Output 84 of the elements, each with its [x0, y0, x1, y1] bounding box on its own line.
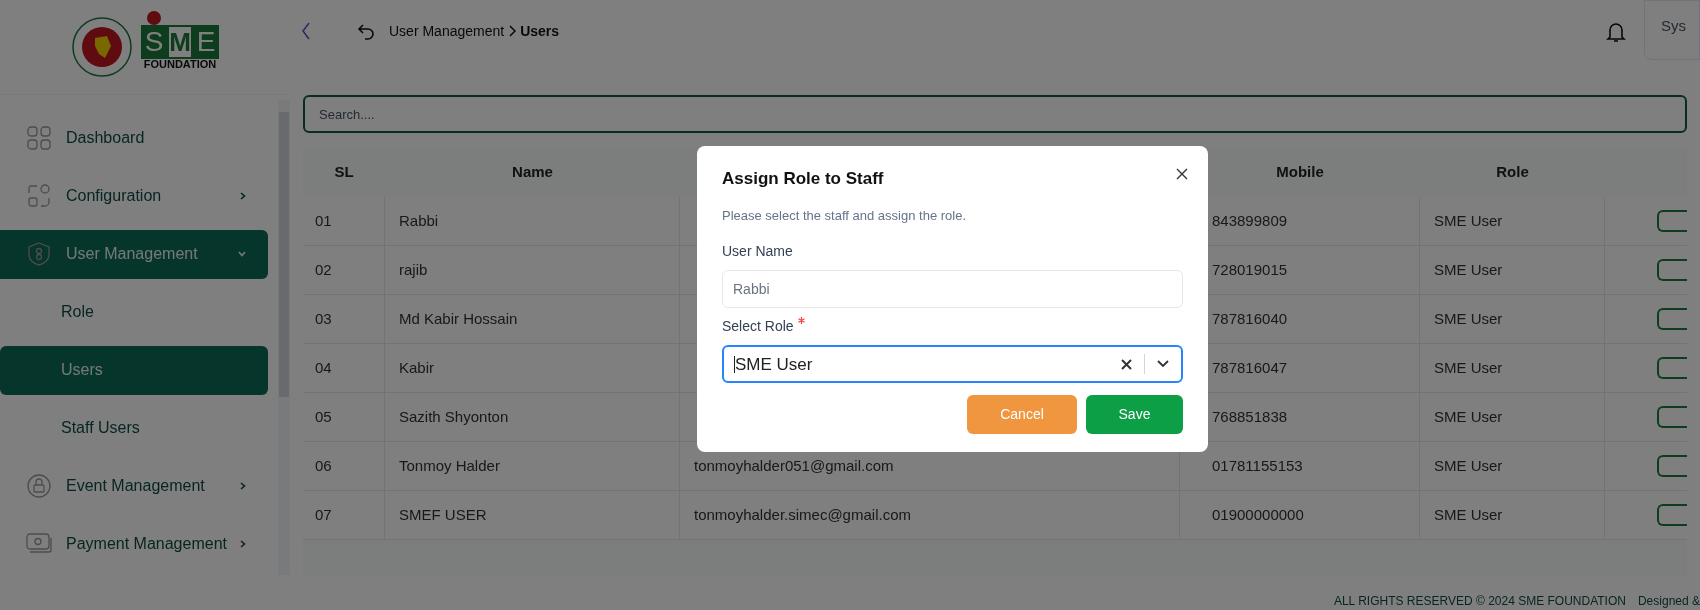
chevron-down-icon — [238, 251, 246, 257]
table-cell-text: 07 — [315, 504, 332, 525]
logo-letter: M — [167, 24, 193, 59]
collapse-chevron-icon[interactable] — [300, 21, 312, 41]
action-button[interactable] — [1657, 455, 1687, 477]
table-cell-text: Kabir — [399, 357, 435, 378]
logo-letter: S — [141, 24, 167, 59]
table-cell-text: SME User — [1434, 259, 1503, 280]
table-cell-text: 01 — [315, 210, 332, 231]
table-cell-text: SME User — [1434, 504, 1503, 525]
role-select[interactable]: SME User — [722, 345, 1183, 383]
table-cell-text: 06 — [315, 455, 332, 476]
sidebar-item[interactable]: Payment Management — [0, 519, 268, 569]
logo-letter: E — [193, 24, 219, 59]
column-header: Name — [512, 161, 553, 182]
table-cell-text: SMEF USER — [399, 504, 487, 525]
table-cell-text: rajib — [399, 259, 428, 280]
chevron-right-icon — [508, 25, 517, 37]
field-label: Select Role — [722, 317, 794, 336]
shield-user-icon — [28, 242, 50, 266]
table-cell-text: SME User — [1434, 455, 1503, 476]
table-cell-text: 787816047 — [1212, 357, 1288, 378]
undo-icon[interactable] — [357, 22, 375, 40]
close-icon[interactable] — [1176, 168, 1188, 180]
chevron-right-icon — [240, 540, 246, 548]
table-cell-text: 768851838 — [1212, 406, 1288, 427]
column-header: Role — [1496, 161, 1529, 182]
table-cell-text: 843899809 — [1212, 210, 1288, 231]
table-cell-text: 01781155153 — [1212, 455, 1303, 476]
table-cell-text: SME User — [1434, 308, 1503, 329]
table-cell-text: 03 — [315, 308, 332, 329]
table-cell-text: 02 — [315, 259, 332, 280]
table-cell-text: Sazith Shyonton — [399, 406, 509, 427]
action-button[interactable] — [1657, 504, 1687, 526]
table-cell-text: SME User — [1434, 406, 1503, 427]
sidebar-subitem[interactable]: Staff Users — [0, 403, 268, 453]
credit-text: Designed & — [1637, 593, 1700, 610]
table-cell-text: SME User — [1434, 210, 1503, 231]
action-button[interactable] — [1657, 406, 1687, 428]
sidebar-item[interactable]: Configuration — [0, 171, 268, 221]
emblem-logo — [71, 16, 133, 78]
table-cell-text: Tonmoy Halder — [399, 455, 500, 476]
logo-text: FOUNDATION — [143, 58, 217, 70]
breadcrumb-current: Users — [520, 21, 560, 41]
grid-icon — [27, 126, 51, 150]
copyright-text: ALL RIGHTS RESERVED © 2024 SME FOUNDATION — [1333, 593, 1626, 610]
sidebar-subitem[interactable]: Users — [0, 345, 268, 395]
breadcrumb-link[interactable]: User Management — [389, 20, 505, 42]
modal-title: Assign Role to Staff — [722, 168, 884, 190]
bell-icon[interactable] — [1606, 21, 1626, 43]
table-cell-text: 05 — [315, 406, 332, 427]
cancel-button[interactable]: Cancel — [967, 395, 1077, 434]
column-header: Mobile — [1276, 161, 1324, 182]
user-menu[interactable]: Sys — [1644, 0, 1700, 60]
user-name-field: Rabbi — [722, 270, 1183, 308]
table-cell-text: 04 — [315, 357, 332, 378]
sidebar-item[interactable]: User Management — [0, 229, 268, 279]
action-button[interactable] — [1657, 357, 1687, 379]
chevron-right-icon — [240, 482, 246, 490]
search-field[interactable]: Search.... — [303, 95, 1687, 133]
money-icon — [26, 533, 52, 555]
sidebar-subitem[interactable]: Role — [0, 287, 268, 337]
chevron-down-icon[interactable] — [1157, 360, 1169, 368]
table-cell-text: tonmoyhalder.simec@gmail.com — [694, 504, 911, 525]
modal-subtitle: Please select the staff and assign the role. — [722, 206, 968, 225]
table-cell-text: Rabbi — [399, 210, 439, 231]
field-label: User Name — [722, 242, 793, 261]
clear-icon[interactable] — [1121, 358, 1132, 370]
action-button[interactable] — [1657, 210, 1687, 232]
sidebar-item[interactable]: Event Management — [0, 461, 268, 511]
save-button[interactable]: Save — [1086, 395, 1183, 434]
sidebar-item[interactable]: Dashboard — [0, 113, 268, 163]
lock-icon — [27, 474, 51, 498]
action-button[interactable] — [1657, 308, 1687, 330]
chevron-right-icon — [240, 192, 246, 200]
action-button[interactable] — [1657, 259, 1687, 281]
shapes-icon — [27, 184, 51, 208]
table-cell-text: Md Kabir Hossain — [399, 308, 518, 329]
table-cell-text: SME User — [1434, 357, 1503, 378]
table-cell-text: 01900000000 — [1212, 504, 1304, 525]
table-cell-text: tonmoyhalder051@gmail.com — [694, 455, 894, 476]
table-cell-text: 787816040 — [1212, 308, 1288, 329]
table-cell-text: 728019015 — [1212, 259, 1288, 280]
column-header: SL — [334, 161, 354, 182]
